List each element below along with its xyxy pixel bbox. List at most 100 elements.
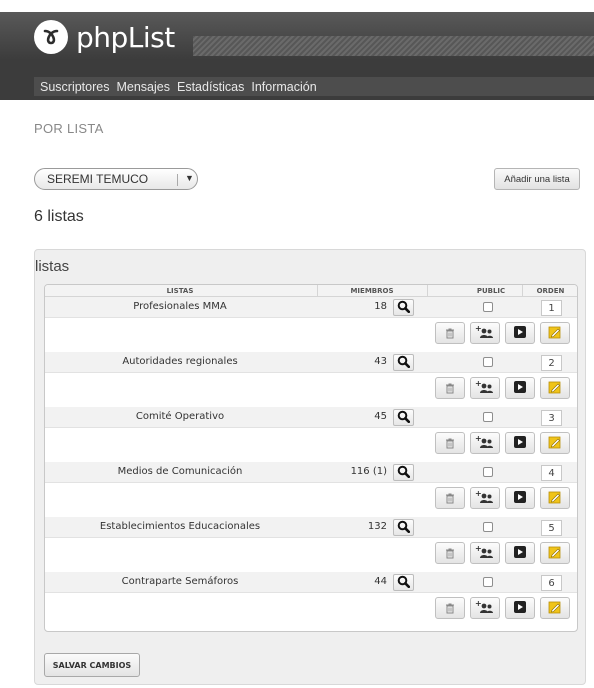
order-input[interactable]: 1 (541, 300, 562, 316)
view-members-button[interactable] (393, 519, 414, 536)
public-checkbox[interactable] (483, 357, 493, 367)
panel-title: listas (35, 258, 70, 275)
member-count: 132 (367, 521, 387, 532)
logo[interactable]: phpList (34, 20, 175, 54)
main-nav: Suscriptores Mensajes Estadísticas Infor… (34, 77, 594, 96)
list-name[interactable]: Comité Operativo (45, 411, 315, 422)
send-campaign-button[interactable] (505, 377, 535, 399)
public-checkbox[interactable] (483, 577, 493, 587)
header-listas: LISTAS (166, 287, 194, 295)
play-icon (513, 544, 527, 563)
member-count: 43 (374, 356, 387, 367)
edit-list-button[interactable] (540, 377, 570, 399)
send-campaign-button[interactable] (505, 322, 535, 344)
row-main: Medios de Comunicación 116 (1) 4 (45, 462, 577, 483)
nav-item-mensajes[interactable]: Mensajes (116, 80, 170, 94)
svg-text:+: + (475, 545, 482, 553)
list-name[interactable]: Contraparte Semáforos (45, 576, 315, 587)
delete-button[interactable] (435, 432, 465, 454)
save-changes-button[interactable]: SALVAR CAMBIOS (44, 653, 140, 677)
play-icon (513, 489, 527, 508)
view-members-button[interactable] (393, 299, 414, 316)
chevron-down-icon: ▼ (185, 173, 194, 183)
add-users-icon: + (475, 489, 495, 508)
public-checkbox[interactable] (483, 522, 493, 532)
add-users-icon: + (475, 599, 495, 618)
edit-list-button[interactable] (540, 597, 570, 619)
table-row: Contraparte Semáforos 44 6 + (45, 572, 577, 627)
row-main: Contraparte Semáforos 44 6 (45, 572, 577, 593)
add-list-button[interactable]: Añadir una lista (494, 168, 580, 190)
list-name[interactable]: Medios de Comunicación (45, 466, 315, 477)
add-members-button[interactable]: + (470, 487, 500, 509)
view-members-button[interactable] (393, 574, 414, 591)
delete-button[interactable] (435, 322, 465, 344)
edit-list-button[interactable] (540, 322, 570, 344)
lists-panel: listas LISTAS MIEMBROS PUBLIC ORDEN Prof… (34, 249, 586, 685)
magnifier-icon (397, 408, 411, 427)
order-input[interactable]: 6 (541, 575, 562, 591)
edit-icon (548, 544, 562, 563)
add-users-icon: + (475, 544, 495, 563)
send-campaign-button[interactable] (505, 542, 535, 564)
delete-button[interactable] (435, 597, 465, 619)
nav-item-suscriptores[interactable]: Suscriptores (40, 80, 109, 94)
send-campaign-button[interactable] (505, 597, 535, 619)
view-members-button[interactable] (393, 409, 414, 426)
row-main: Profesionales MMA 18 1 (45, 297, 577, 318)
add-users-icon: + (475, 324, 495, 343)
list-name[interactable]: Establecimientos Educacionales (45, 521, 315, 532)
send-campaign-button[interactable] (505, 487, 535, 509)
add-members-button[interactable]: + (470, 377, 500, 399)
nav-item-informacion[interactable]: Información (251, 80, 316, 94)
add-members-button[interactable]: + (470, 322, 500, 344)
select-value: SEREMI TEMUCO (47, 172, 149, 186)
table-row: Comité Operativo 45 3 + (45, 407, 577, 462)
table-header: LISTAS MIEMBROS PUBLIC ORDEN (45, 285, 577, 297)
trash-icon (445, 489, 455, 508)
order-input[interactable]: 4 (541, 465, 562, 481)
table-row: Establecimientos Educacionales 132 5 + (45, 517, 577, 572)
public-checkbox[interactable] (483, 467, 493, 477)
header-public: PUBLIC (476, 287, 506, 295)
row-actions: + (435, 432, 575, 454)
public-checkbox[interactable] (483, 302, 493, 312)
edit-list-button[interactable] (540, 542, 570, 564)
add-members-button[interactable]: + (470, 432, 500, 454)
member-count: 116 (1) (350, 466, 387, 477)
member-count: 45 (374, 411, 387, 422)
delete-button[interactable] (435, 542, 465, 564)
view-members-button[interactable] (393, 464, 414, 481)
view-members-button[interactable] (393, 354, 414, 371)
svg-text:+: + (475, 600, 482, 608)
list-name[interactable]: Profesionales MMA (45, 301, 315, 312)
lists-table: LISTAS MIEMBROS PUBLIC ORDEN Profesional… (44, 284, 578, 632)
header-orden: ORDEN (536, 287, 565, 295)
header-pattern (193, 36, 594, 56)
order-input[interactable]: 2 (541, 355, 562, 371)
list-name[interactable]: Autoridades regionales (45, 356, 315, 367)
public-checkbox[interactable] (483, 412, 493, 422)
member-count: 44 (374, 576, 387, 587)
nav-item-estadisticas[interactable]: Estadísticas (177, 80, 244, 94)
table-row: Profesionales MMA 18 1 + (45, 297, 577, 352)
trash-icon (445, 599, 455, 618)
svg-text:+: + (475, 380, 482, 388)
edit-list-button[interactable] (540, 432, 570, 454)
trash-icon (445, 544, 455, 563)
add-members-button[interactable]: + (470, 597, 500, 619)
add-members-button[interactable]: + (470, 542, 500, 564)
header-top-strip (0, 0, 594, 12)
order-input[interactable]: 5 (541, 520, 562, 536)
edit-icon (548, 379, 562, 398)
delete-button[interactable] (435, 377, 465, 399)
row-actions: + (435, 487, 575, 509)
edit-list-button[interactable] (540, 487, 570, 509)
play-icon (513, 434, 527, 453)
order-input[interactable]: 3 (541, 410, 562, 426)
send-campaign-button[interactable] (505, 432, 535, 454)
svg-text:+: + (475, 325, 482, 333)
list-count: 6 listas (34, 208, 84, 225)
delete-button[interactable] (435, 487, 465, 509)
list-owner-select[interactable]: SEREMI TEMUCO ▼ (34, 168, 198, 190)
